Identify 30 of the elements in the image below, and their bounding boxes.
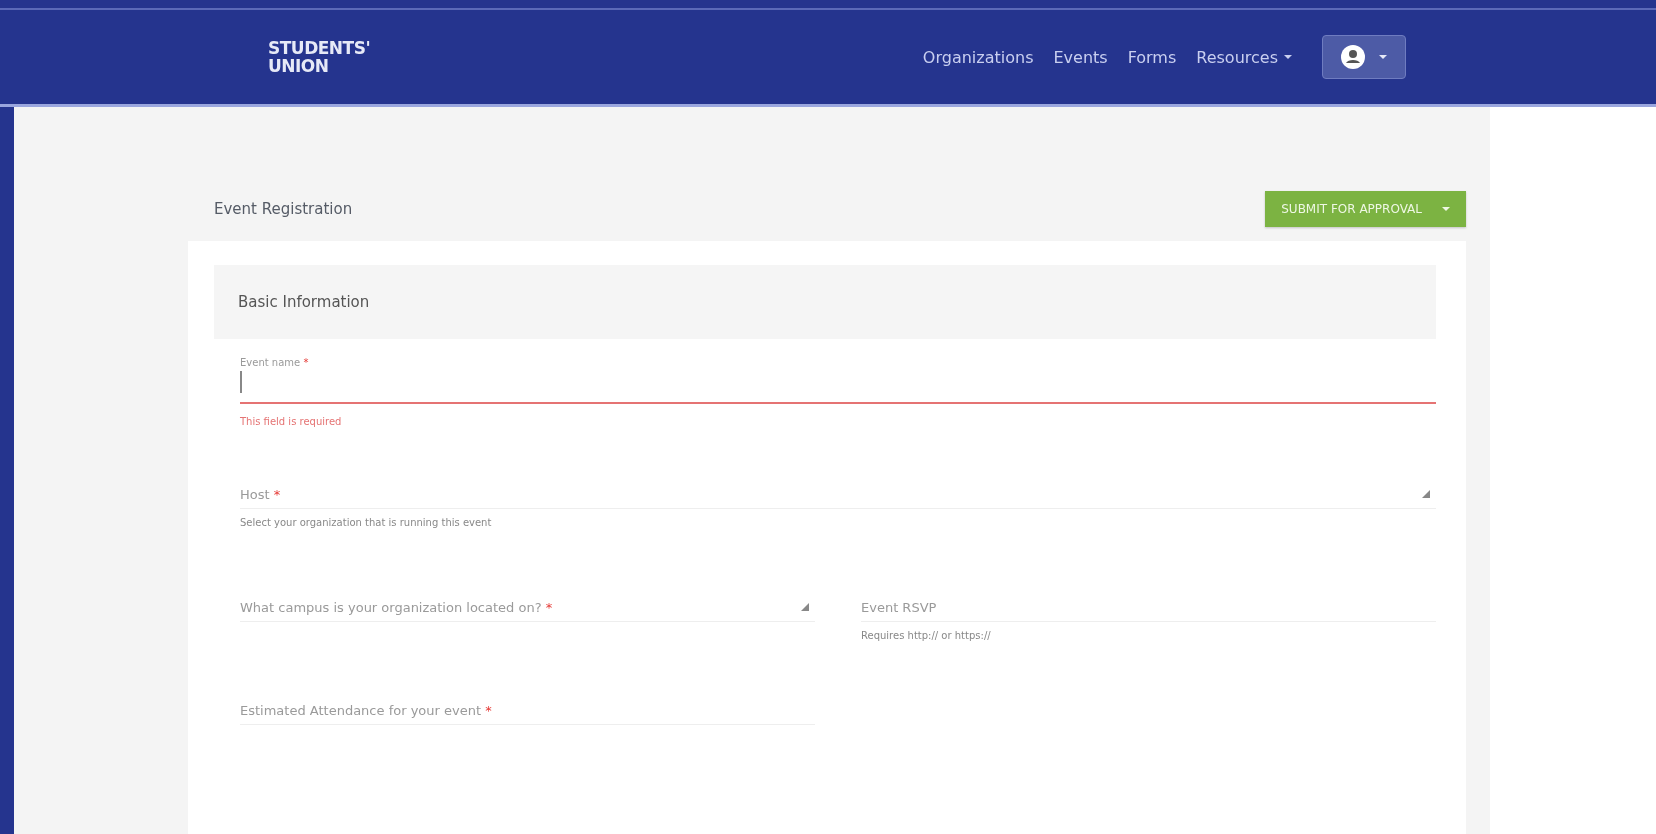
page-title: Event Registration — [214, 200, 353, 218]
field-label: Event name * — [240, 357, 310, 368]
required-mark: * — [303, 357, 309, 368]
section-title: Basic Information — [238, 293, 370, 311]
dropdown-icon — [1422, 490, 1430, 498]
input-field[interactable]: Estimated Attendance for your event * — [240, 679, 815, 725]
caret-icon — [1442, 206, 1450, 212]
user-menu-button[interactable] — [1322, 35, 1406, 79]
nav-link[interactable]: Organizations — [922, 47, 1034, 67]
logo[interactable]: STUDENTS' UNION — [268, 39, 371, 75]
avatar-icon — [1341, 45, 1365, 69]
nav-link[interactable]: Forms — [1127, 47, 1177, 67]
required-mark: * — [545, 600, 553, 615]
field-label: Event RSVP — [861, 600, 937, 615]
caret-icon — [1379, 54, 1387, 60]
required-mark: * — [485, 703, 492, 718]
required-mark: * — [273, 487, 281, 502]
dropdown-icon — [801, 603, 809, 611]
field-label: Estimated Attendance for your event * — [240, 703, 492, 718]
help-text: Requires http:// or https:// — [861, 630, 992, 641]
caret-icon — [1284, 54, 1292, 60]
select-field[interactable]: What campus is your organization located on? * — [240, 576, 815, 622]
field-label: Host * — [240, 487, 281, 502]
nav-link[interactable]: Events — [1053, 47, 1108, 67]
input-field[interactable] — [240, 368, 1436, 404]
nav-link[interactable]: Resources — [1196, 47, 1292, 67]
error-message: This field is required — [240, 416, 343, 427]
help-text: Select your organization that is running this event — [240, 517, 493, 528]
select-field[interactable]: Host * — [240, 463, 1436, 509]
field-label: What campus is your organization located on? * — [240, 600, 553, 615]
